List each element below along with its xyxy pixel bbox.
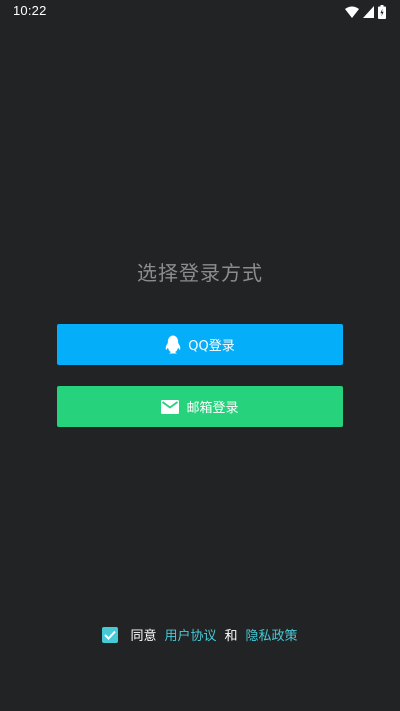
privacy-policy-link[interactable]: 隐私政策 <box>246 625 298 644</box>
email-login-label: 邮箱登录 <box>186 401 239 416</box>
mail-icon <box>161 399 180 414</box>
agreement-prefix: 同意 <box>130 629 157 644</box>
qq-login-label: QQ登录 <box>188 339 235 354</box>
page-title: 选择登录方式 <box>137 261 263 285</box>
agreement-row: 同意 用户协议 和 隐私政策 <box>0 625 400 644</box>
user-agreement-link[interactable]: 用户协议 <box>164 625 216 644</box>
status-time: 10:22 <box>13 3 47 18</box>
agreement-checkbox[interactable] <box>102 626 119 643</box>
qq-penguin-icon <box>165 335 181 354</box>
wifi-icon <box>345 6 359 18</box>
check-icon <box>104 630 117 640</box>
status-icons <box>345 4 386 20</box>
qq-login-button[interactable]: QQ登录 <box>57 324 343 365</box>
email-login-button[interactable]: 邮箱登录 <box>57 386 343 427</box>
battery-icon <box>378 5 386 19</box>
status-bar: 10:22 <box>0 0 400 24</box>
agreement-conjunction: 和 <box>224 629 238 644</box>
signal-icon <box>363 6 374 18</box>
